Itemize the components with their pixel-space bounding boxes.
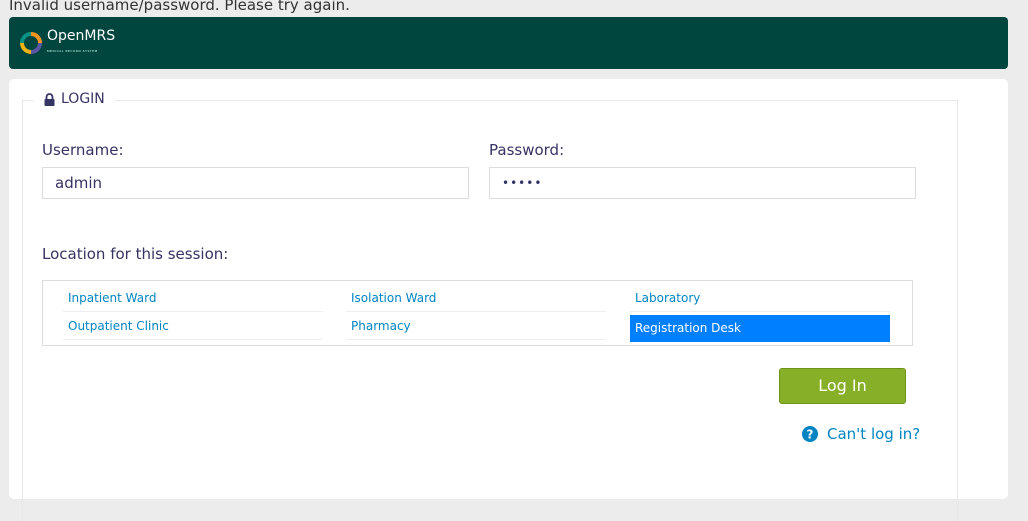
lock-icon (44, 92, 55, 106)
openmrs-logo[interactable]: OpenMRS MEDICAL RECORD SYSTEM (19, 29, 115, 57)
logo-subtext: MEDICAL RECORD SYSTEM (47, 48, 98, 53)
password-label: Password: (489, 141, 565, 159)
login-panel: LOGIN Username: admin Password: ••••• Lo… (9, 79, 1008, 521)
username-label: Username: (42, 141, 124, 159)
location-laboratory[interactable]: Laboratory (630, 285, 890, 312)
logo-text: OpenMRS (47, 27, 116, 44)
login-button[interactable]: Log In (779, 368, 906, 404)
error-message: Invalid username/password. Please try ag… (9, 0, 350, 14)
location-list: Inpatient Ward Isolation Ward Laboratory… (42, 280, 913, 346)
location-pharmacy[interactable]: Pharmacy (346, 313, 606, 340)
location-registration-desk[interactable]: Registration Desk (630, 315, 890, 342)
password-input[interactable]: ••••• (489, 167, 916, 199)
username-input[interactable]: admin (42, 167, 469, 199)
location-label: Location for this session: (42, 245, 229, 263)
question-circle-icon: ? (802, 426, 818, 442)
login-legend-label: LOGIN (61, 91, 105, 107)
location-isolation-ward[interactable]: Isolation Ward (346, 285, 606, 312)
cant-login-label[interactable]: Can't log in? (827, 425, 920, 443)
openmrs-logo-icon (20, 32, 42, 54)
header-bar: OpenMRS MEDICAL RECORD SYSTEM (9, 17, 1008, 69)
location-outpatient-clinic[interactable]: Outpatient Clinic (63, 313, 323, 340)
svg-text:?: ? (807, 428, 814, 442)
login-legend: LOGIN (34, 91, 115, 107)
cant-login-link[interactable]: ? Can't log in? (802, 425, 920, 443)
location-inpatient-ward[interactable]: Inpatient Ward (63, 285, 323, 312)
